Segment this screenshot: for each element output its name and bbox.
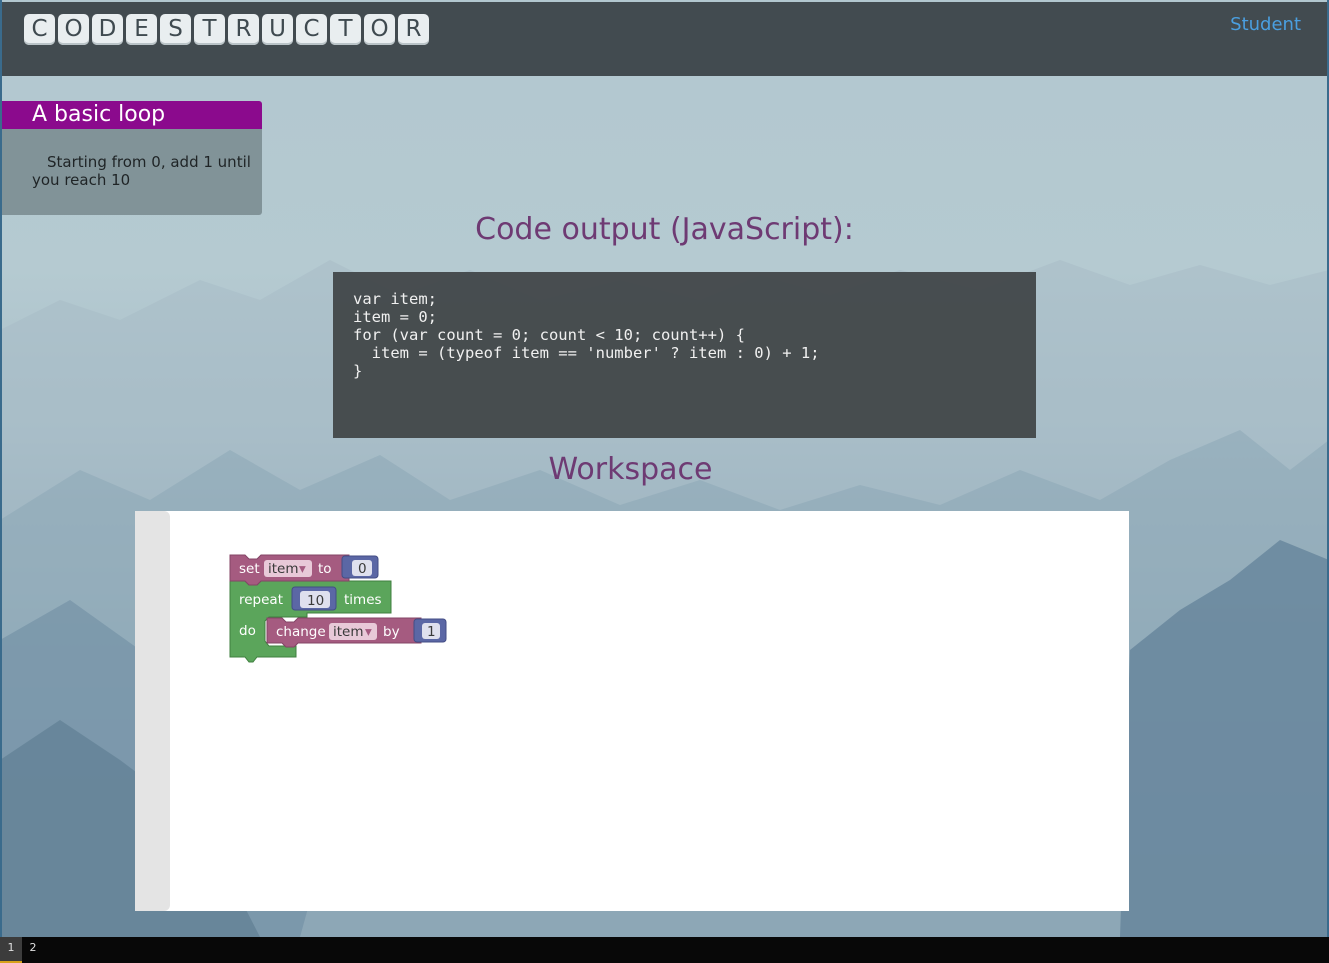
exercise-title: A basic loop [2,101,262,129]
logo-letter: R [398,14,429,45]
change-variable-name: item [333,624,364,640]
code-output-panel: var item; item = 0; for (var count = 0; … [333,272,1036,438]
workspace-switcher-1[interactable]: 1 [0,937,22,963]
times-label: times [344,592,382,608]
block-canvas[interactable]: repeat do times 10 set item ▾ to 0 chang… [135,511,1129,911]
set-value-block[interactable]: 0 [341,555,379,579]
dropdown-arrow-icon: ▾ [365,624,372,640]
workspace-switcher-2[interactable]: 2 [22,937,44,963]
change-by-label: by [383,624,400,640]
code-line: item = (typeof item == 'number' ? item :… [353,344,820,362]
change-variable-block[interactable]: change item ▾ by 1 [266,617,447,648]
logo-letter: T [330,14,361,45]
logo-letter: S [160,14,191,45]
set-variable-name: item [268,561,299,577]
student-user-link[interactable]: Student [1230,14,1301,35]
repeat-count-block[interactable]: 10 [291,586,337,611]
dropdown-arrow-icon: ▾ [299,561,306,577]
exercise-description: Starting from 0, add 1 until you reach 1… [2,129,262,215]
workspace-heading: Workspace [548,452,713,487]
code-output-heading: Code output (JavaScript): [475,212,854,247]
code-line: for (var count = 0; count < 10; count++)… [353,326,745,344]
change-label: change [276,624,326,640]
blockly-workspace[interactable]: repeat do times 10 set item ▾ to 0 chang… [135,511,1129,911]
code-line: } [353,362,363,380]
change-value-block[interactable]: 1 [413,618,447,643]
logo-letter: R [228,14,259,45]
repeat-count-value[interactable]: 10 [307,593,324,609]
exercise-card: A basic loop Starting from 0, add 1 unti… [2,101,262,215]
logo-letter: C [296,14,327,45]
logo-letter: E [126,14,157,45]
change-value[interactable]: 1 [427,624,436,640]
logo-letter: U [262,14,293,45]
code-line: var item; [353,290,437,308]
do-label: do [239,623,256,639]
logo-letter: D [92,14,123,45]
set-value[interactable]: 0 [358,561,367,577]
logo-letter: O [364,14,395,45]
set-label: set [239,561,260,577]
logo-letter: C [24,14,55,45]
repeat-label: repeat [239,592,283,608]
logo-letter: O [58,14,89,45]
top-navbar: C O D E S T R U C T O R Student [2,2,1327,76]
set-to-label: to [318,561,332,577]
logo-letter: T [194,14,225,45]
desktop-taskbar: 1 2 [0,937,1329,963]
code-line: item = 0; [353,308,437,326]
codestructor-logo[interactable]: C O D E S T R U C T O R [24,14,429,45]
